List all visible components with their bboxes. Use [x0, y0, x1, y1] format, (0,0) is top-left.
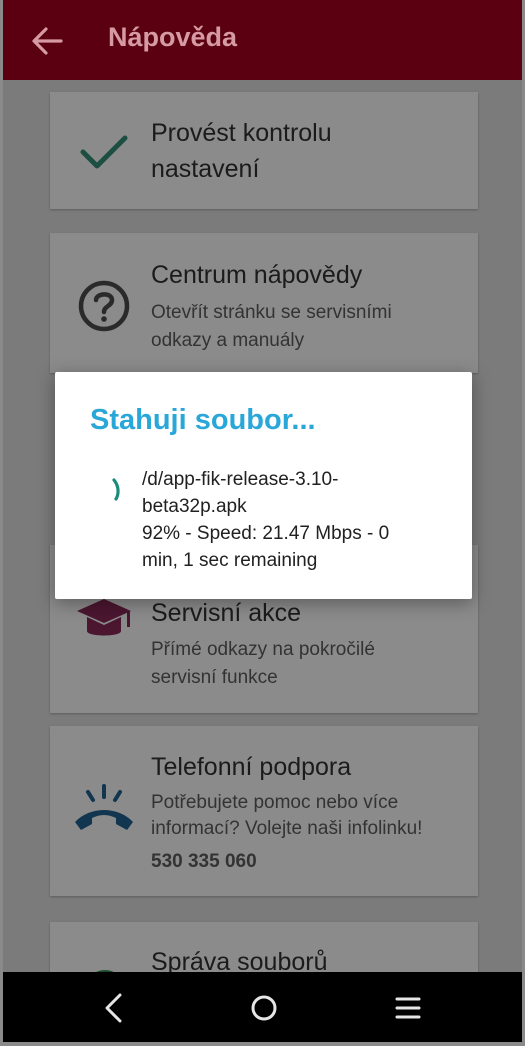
check-settings-title-1: Provést kontrolu [151, 119, 332, 147]
nav-back-icon[interactable] [96, 990, 132, 1026]
download-path-1: /d/app-fik-release-3.10- [142, 469, 339, 490]
phone-support-subtitle-2: informací? Volejte naši infolinku! [151, 818, 423, 839]
phone-number[interactable]: 530 335 060 [151, 851, 257, 873]
service-actions-subtitle-2: servisní funkce [151, 667, 278, 688]
phone-support-title: Telefonní podpora [151, 753, 352, 781]
download-dialog: Stahuji soubor... /d/app-fik-release-3.1… [55, 372, 472, 599]
phone-support-subtitle-1: Potřebujete pomoc nebo více [151, 792, 399, 813]
download-progress-1: 92% - Speed: 21.47 Mbps - 0 [142, 523, 390, 544]
help-center-title: Centrum nápovědy [151, 261, 363, 289]
arrow-left-icon[interactable] [31, 26, 63, 56]
progress-spinner-icon [112, 478, 120, 501]
checkmark-icon [80, 135, 128, 169]
page-title: Nápověda [108, 22, 238, 52]
graduation-cap-icon [77, 599, 131, 636]
help-center-subtitle-2: odkazy a manuály [151, 330, 305, 351]
phone-ringing-icon [75, 784, 133, 830]
service-actions-subtitle-1: Přímé odkazy na pokročilé [151, 639, 375, 660]
nav-home-icon[interactable] [246, 990, 282, 1026]
download-status-text: /d/app-fik-release-3.10- beta32p.apk 92%… [142, 466, 432, 574]
app-bar: Nápověda [3, 0, 522, 80]
system-nav-bar [3, 972, 522, 1042]
help-center-card[interactable]: Centrum nápovědy Otevřít stránku se serv… [50, 233, 478, 373]
download-path-2: beta32p.apk [142, 496, 247, 517]
download-progress-2: min, 1 sec remaining [142, 550, 318, 571]
check-settings-title-2: nastavení [151, 155, 260, 183]
question-circle-icon [78, 280, 130, 332]
phone-support-card[interactable]: Telefonní podpora Potřebujete pomoc nebo… [50, 726, 478, 896]
dialog-title: Stahuji soubor... [90, 404, 316, 436]
nav-menu-icon[interactable] [390, 990, 426, 1026]
help-center-subtitle-1: Otevřít stránku se servisními [151, 302, 392, 323]
file-management-card[interactable]: Správa souborů [50, 922, 478, 972]
check-settings-card[interactable]: Provést kontrolu nastavení [50, 92, 478, 209]
file-management-title: Správa souborů [151, 948, 328, 972]
service-actions-title: Servisní akce [151, 599, 302, 627]
